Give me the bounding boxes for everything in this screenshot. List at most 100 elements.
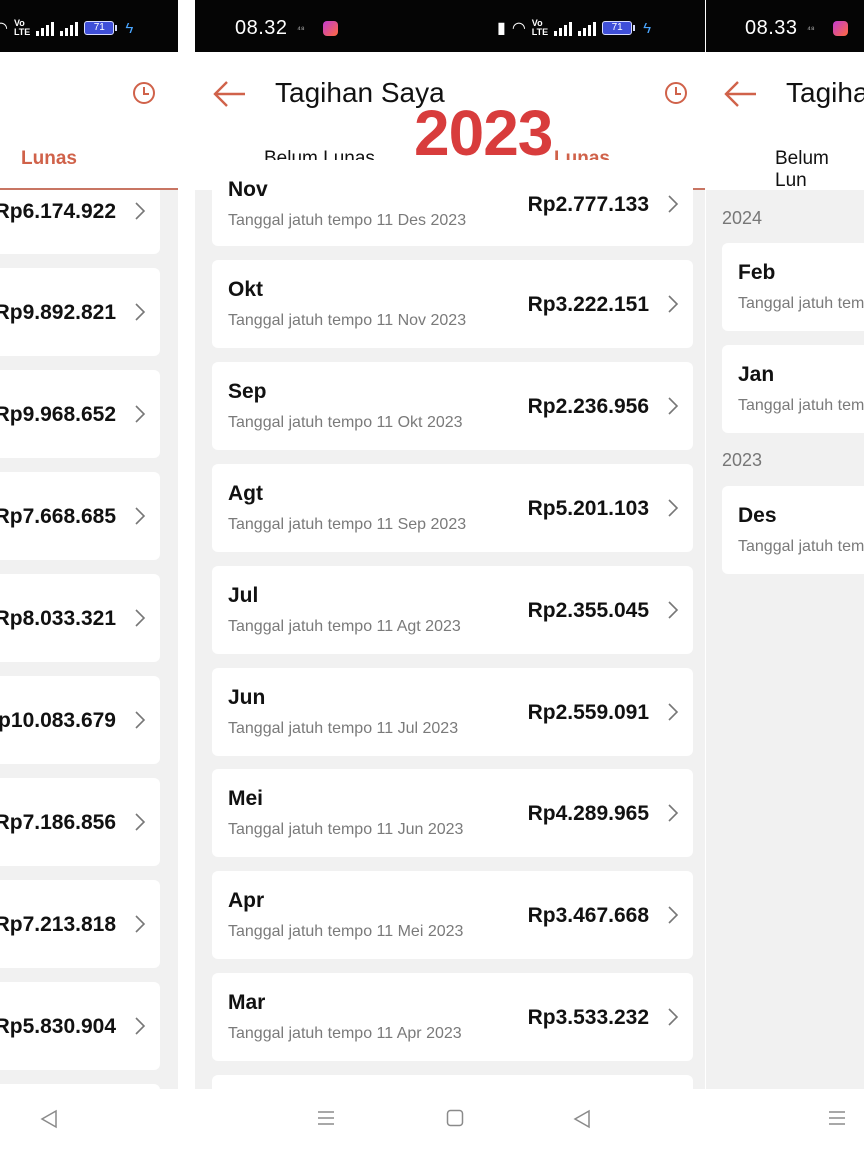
bill-card[interactable]: Rp10.083.679 — [0, 676, 160, 764]
bill-card[interactable]: Nov Tanggal jatuh tempo 11 Des 2023 Rp2.… — [212, 160, 693, 246]
bill-amount: Rp3.467.668 — [527, 904, 649, 927]
back-triangle-icon[interactable] — [573, 1109, 591, 1134]
bill-amount: Rp5.830.904 — [0, 1015, 116, 1038]
bill-amount: Rp2.236.956 — [527, 395, 649, 418]
signal-indicators: ◠ Vo LTE 71 ϟ — [0, 14, 133, 42]
bill-card[interactable]: Apr Tanggal jatuh tempo 11 Mei 2023 Rp3.… — [212, 871, 693, 959]
chevron-right-icon — [134, 1015, 146, 1037]
status-bar: ◠ Vo LTE 71 ϟ — [0, 0, 178, 52]
bill-due-date: Tanggal jatuh tem — [738, 538, 864, 555]
status-bar: 08.32 ⁴⁸ ▮ ◠ Vo LTE 71 ϟ — [195, 0, 705, 52]
chevron-right-icon — [667, 293, 679, 315]
bill-amount: Rp2.559.091 — [527, 701, 649, 724]
network-speed-indicator: ⁴⁸ — [807, 24, 815, 34]
bill-month: Des — [738, 504, 777, 527]
bill-card[interactable]: Agt Tanggal jatuh tempo 11 Sep 2023 Rp5.… — [212, 464, 693, 552]
menu-icon[interactable] — [317, 1109, 335, 1132]
chevron-right-icon — [134, 403, 146, 425]
bill-month: Mei — [228, 787, 264, 810]
charging-icon: ϟ — [643, 19, 652, 37]
bill-amount: Rp2.777.133 — [527, 193, 649, 216]
bill-card[interactable]: Rp5.830.904 — [0, 982, 160, 1070]
chevron-right-icon — [667, 701, 679, 723]
history-clock-icon[interactable] — [133, 82, 155, 104]
bill-card[interactable]: Mei Tanggal jatuh tempo 11 Jun 2023 Rp4.… — [212, 769, 693, 857]
history-clock-icon[interactable] — [665, 82, 687, 104]
bill-amount: Rp7.668.685 — [0, 505, 116, 528]
bill-month: Sep — [228, 380, 267, 403]
chevron-right-icon — [667, 193, 679, 215]
vibrate-icon: ▮ — [497, 20, 506, 37]
year-group-label: 2024 — [722, 208, 763, 228]
home-square-icon[interactable] — [446, 1109, 464, 1132]
tab-unpaid[interactable]: Belum Lun — [775, 148, 864, 192]
bill-card[interactable]: Feb Tanggal jatuh tem — [722, 243, 864, 331]
status-bar: 08.33 ⁴⁸ — [706, 0, 864, 52]
tab-paid[interactable]: Lunas — [21, 148, 77, 170]
bill-month: Jun — [228, 686, 266, 709]
charging-icon: ϟ — [125, 19, 134, 37]
system-navigation-bar — [0, 1089, 864, 1152]
bill-due-date: Tanggal jatuh tempo 11 Jul 2023 — [228, 720, 459, 737]
bill-card[interactable]: Rp9.968.652 — [0, 370, 160, 458]
bill-amount: Rp3.222.151 — [527, 293, 649, 316]
bill-card[interactable]: Jul Tanggal jatuh tempo 11 Agt 2023 Rp2.… — [212, 566, 693, 654]
chevron-right-icon — [134, 301, 146, 323]
chevron-right-icon — [134, 607, 146, 629]
wifi-icon: ◠ — [0, 20, 8, 37]
bill-card[interactable]: Rp7.213.818 — [0, 880, 160, 968]
bill-amount: Rp8.033.321 — [0, 607, 116, 630]
bill-card[interactable]: Rp6.174.922 — [0, 190, 160, 254]
bill-due-date: Tanggal jatuh tempo 11 Nov 2023 — [228, 312, 467, 329]
bill-amount: Rp9.968.652 — [0, 403, 116, 426]
status-time: 08.32 — [235, 17, 288, 39]
chevron-right-icon — [134, 913, 146, 935]
bill-month: Apr — [228, 889, 265, 912]
bill-due-date: Tanggal jatuh tem — [738, 295, 864, 312]
notification-app-icon — [833, 21, 848, 36]
bill-month: Mar — [228, 991, 266, 1014]
bill-card[interactable]: Jun Tanggal jatuh tempo 11 Jul 2023 Rp2.… — [212, 668, 693, 756]
chevron-right-icon — [134, 709, 146, 731]
bill-card[interactable]: Rp9.892.821 — [0, 268, 160, 356]
battery-icon: 71 — [84, 21, 118, 35]
chevron-right-icon — [667, 802, 679, 824]
bill-card[interactable]: Des Tanggal jatuh tem — [722, 486, 864, 574]
bill-month: Okt — [228, 278, 264, 301]
bill-due-date: Tanggal jatuh tempo 11 Sep 2023 — [228, 516, 467, 533]
chevron-right-icon — [667, 497, 679, 519]
signal-icon — [578, 21, 597, 36]
bill-card[interactable]: Sep Tanggal jatuh tempo 11 Okt 2023 Rp2.… — [212, 362, 693, 450]
bill-card[interactable]: Jan Tanggal jatuh tem — [722, 345, 864, 433]
bill-due-date: Tanggal jatuh tempo 11 Agt 2023 — [228, 618, 461, 635]
back-arrow-icon[interactable] — [724, 80, 758, 114]
battery-icon: 71 — [602, 21, 636, 35]
signal-icon — [554, 21, 573, 36]
app-header: Lunas — [0, 52, 178, 190]
network-speed-indicator: ⁴⁸ — [297, 24, 305, 34]
status-time: 08.33 — [745, 17, 798, 39]
left-screenshot-panel: ◠ Vo LTE 71 ϟ Lunas Rp6.174.922 Rp9.892.… — [0, 0, 178, 1089]
bill-month: Jul — [228, 584, 259, 607]
bill-amount: Rp4.289.965 — [527, 802, 649, 825]
bill-amount: Rp2.355.045 — [527, 599, 649, 622]
bill-due-date: Tanggal jatuh tempo 11 Des 2023 — [228, 212, 467, 229]
menu-icon[interactable] — [828, 1109, 846, 1132]
signal-icon — [36, 21, 55, 36]
bill-card[interactable]: Mar Tanggal jatuh tempo 11 Apr 2023 Rp3.… — [212, 973, 693, 1061]
notification-app-icon — [323, 21, 338, 36]
back-triangle-icon[interactable] — [40, 1109, 58, 1134]
bill-amount: Rp10.083.679 — [0, 709, 116, 732]
bill-card[interactable]: Rp8.033.321 — [0, 574, 160, 662]
bill-card[interactable]: Okt Tanggal jatuh tempo 11 Nov 2023 Rp3.… — [212, 260, 693, 348]
bill-due-date: Tanggal jatuh tempo 11 Apr 2023 — [228, 1025, 462, 1042]
back-arrow-icon[interactable] — [213, 80, 247, 114]
bill-month: Feb — [738, 261, 776, 284]
chevron-right-icon — [667, 904, 679, 926]
bill-amount: Rp7.186.856 — [0, 811, 116, 834]
bill-card-partial[interactable] — [212, 1075, 693, 1089]
bill-due-date: Tanggal jatuh tempo 11 Jun 2023 — [228, 821, 464, 838]
bill-card[interactable]: Rp7.186.856 — [0, 778, 160, 866]
bill-card[interactable]: Rp7.668.685 — [0, 472, 160, 560]
bill-amount: Rp6.174.922 — [0, 200, 116, 223]
